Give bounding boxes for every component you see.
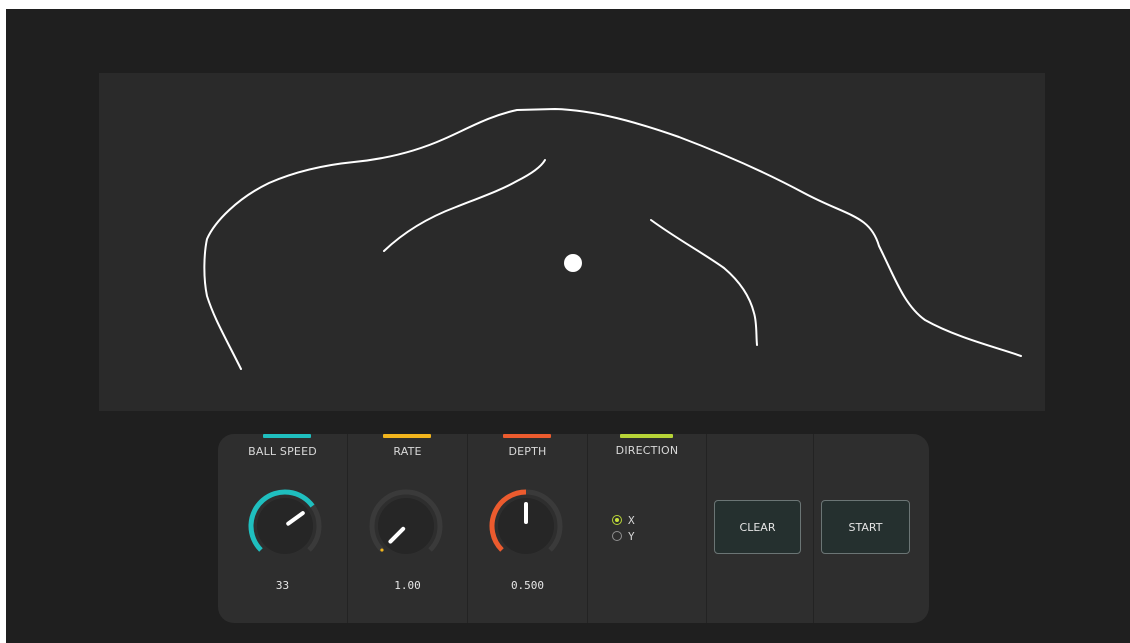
drawing-canvas[interactable] <box>99 73 1045 411</box>
ball-speed-label: BALL SPEED <box>248 445 317 458</box>
rate-knob[interactable] <box>366 486 446 566</box>
depth-knob[interactable] <box>486 486 566 566</box>
control-panel: BALL SPEED 33 RATE 1.00 DEPTH 0.500 DIRE… <box>218 434 929 623</box>
ball-speed-section: BALL SPEED 33 <box>218 434 347 623</box>
depth-value: 0.500 <box>510 579 545 592</box>
radio-y-label: Y <box>628 529 635 543</box>
ball <box>564 254 582 272</box>
radio-y-indicator[interactable] <box>612 531 622 541</box>
knob-body <box>378 498 434 554</box>
direction-option-x[interactable]: X <box>612 513 635 527</box>
direction-label: DIRECTION <box>615 444 679 457</box>
depth-color-bar <box>503 434 551 438</box>
direction-section: DIRECTION X Y <box>588 434 706 623</box>
drawn-stroke <box>650 219 758 346</box>
start-button[interactable]: START <box>821 500 910 554</box>
radio-x-label: X <box>628 513 635 527</box>
knob-body <box>257 498 313 554</box>
ball-speed-color-bar <box>263 434 311 438</box>
drawn-stroke <box>203 108 1022 370</box>
rate-label: RATE <box>393 445 422 458</box>
depth-label: DEPTH <box>508 445 547 458</box>
ball-speed-value: 33 <box>275 579 290 592</box>
depth-section: DEPTH 0.500 <box>468 434 587 623</box>
direction-color-bar <box>620 434 673 438</box>
clear-section: CLEAR <box>707 434 813 623</box>
clear-button[interactable]: CLEAR <box>714 500 801 554</box>
radio-x-indicator[interactable] <box>612 515 622 525</box>
knob-value-arc <box>380 548 384 552</box>
canvas-drawing <box>203 108 1022 370</box>
rate-section: RATE 1.00 <box>348 434 467 623</box>
start-section: START <box>814 434 929 623</box>
rate-value: 1.00 <box>394 579 421 592</box>
rate-color-bar <box>383 434 431 438</box>
app-window: BALL SPEED 33 RATE 1.00 DEPTH 0.500 DIRE… <box>6 9 1130 643</box>
drawn-stroke <box>383 159 546 252</box>
direction-option-y[interactable]: Y <box>612 529 635 543</box>
ball-speed-knob[interactable] <box>245 486 325 566</box>
